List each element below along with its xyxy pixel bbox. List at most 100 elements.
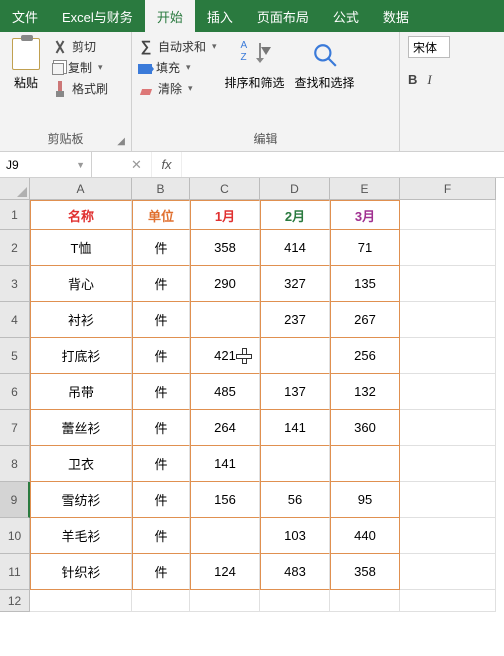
cell[interactable] bbox=[30, 590, 132, 612]
rowhead[interactable]: 9 bbox=[0, 482, 30, 518]
cell[interactable] bbox=[132, 590, 190, 612]
cell[interactable]: 256 bbox=[330, 338, 400, 374]
rowhead[interactable]: 7 bbox=[0, 410, 30, 446]
cell[interactable] bbox=[260, 590, 330, 612]
cell[interactable]: 衬衫 bbox=[30, 302, 132, 338]
rowhead[interactable]: 1 bbox=[0, 200, 30, 230]
rowhead[interactable]: 3 bbox=[0, 266, 30, 302]
cell[interactable]: T恤 bbox=[30, 230, 132, 266]
cut-button[interactable]: 剪切 bbox=[52, 38, 108, 55]
cell[interactable] bbox=[260, 446, 330, 482]
cell[interactable] bbox=[400, 338, 496, 374]
sort-filter-button[interactable]: AZ 排序和筛选 bbox=[225, 40, 285, 91]
rowhead[interactable]: 11 bbox=[0, 554, 30, 590]
font-name-select[interactable]: 宋体 bbox=[408, 36, 450, 58]
cell[interactable] bbox=[330, 590, 400, 612]
cell[interactable] bbox=[190, 518, 260, 554]
dialog-launcher-icon[interactable]: ◢ bbox=[117, 136, 125, 147]
cell[interactable]: 打底衫 bbox=[30, 338, 132, 374]
cell[interactable]: 327 bbox=[260, 266, 330, 302]
cell[interactable] bbox=[400, 518, 496, 554]
tab-formulas[interactable]: 公式 bbox=[321, 0, 371, 32]
cell[interactable]: 件 bbox=[132, 446, 190, 482]
cell[interactable]: 124 bbox=[190, 554, 260, 590]
cell[interactable]: 414 bbox=[260, 230, 330, 266]
cell[interactable]: 件 bbox=[132, 230, 190, 266]
cell[interactable]: 件 bbox=[132, 338, 190, 374]
cell[interactable]: 358 bbox=[190, 230, 260, 266]
cell[interactable]: 132 bbox=[330, 374, 400, 410]
cell[interactable] bbox=[260, 338, 330, 374]
cell[interactable]: 蕾丝衫 bbox=[30, 410, 132, 446]
cell[interactable]: 421 bbox=[190, 338, 260, 374]
name-box[interactable]: J9 ▼ bbox=[0, 152, 92, 177]
italic-button[interactable]: I bbox=[427, 72, 431, 88]
autosum-button[interactable]: ∑ 自动求和 ▾ bbox=[138, 38, 217, 55]
rowhead[interactable]: 2 bbox=[0, 230, 30, 266]
cell[interactable] bbox=[400, 374, 496, 410]
cell[interactable]: 件 bbox=[132, 518, 190, 554]
cell[interactable]: 2月 bbox=[260, 200, 330, 230]
rowhead[interactable]: 12 bbox=[0, 590, 30, 612]
cell[interactable] bbox=[400, 230, 496, 266]
tab-file[interactable]: 文件 bbox=[0, 0, 50, 32]
cell[interactable] bbox=[400, 200, 496, 230]
copy-button[interactable]: 复制 ▾ bbox=[52, 59, 108, 76]
cell[interactable]: 95 bbox=[330, 482, 400, 518]
colhead-f[interactable]: F bbox=[400, 178, 496, 200]
fx-button[interactable]: fx bbox=[152, 152, 182, 177]
cell[interactable]: 针织衫 bbox=[30, 554, 132, 590]
cancel-button[interactable]: ✕ bbox=[122, 152, 152, 177]
clear-button[interactable]: 清除 ▾ bbox=[138, 80, 217, 97]
tab-excel-finance[interactable]: Excel与财务 bbox=[50, 0, 145, 32]
cell[interactable] bbox=[400, 482, 496, 518]
cell[interactable]: 单位 bbox=[132, 200, 190, 230]
cell[interactable]: 156 bbox=[190, 482, 260, 518]
cell[interactable]: 56 bbox=[260, 482, 330, 518]
select-all-corner[interactable] bbox=[0, 178, 30, 200]
cell[interactable] bbox=[400, 302, 496, 338]
colhead-e[interactable]: E bbox=[330, 178, 400, 200]
cell[interactable]: 羊毛衫 bbox=[30, 518, 132, 554]
cell[interactable]: 件 bbox=[132, 266, 190, 302]
find-select-button[interactable]: 查找和选择 bbox=[295, 40, 355, 91]
cell[interactable]: 485 bbox=[190, 374, 260, 410]
cell[interactable]: 3月 bbox=[330, 200, 400, 230]
cell[interactable]: 卫衣 bbox=[30, 446, 132, 482]
cell[interactable]: 件 bbox=[132, 554, 190, 590]
cell[interactable] bbox=[190, 590, 260, 612]
cell[interactable]: 141 bbox=[260, 410, 330, 446]
rowhead[interactable]: 6 bbox=[0, 374, 30, 410]
colhead-a[interactable]: A bbox=[30, 178, 132, 200]
colhead-c[interactable]: C bbox=[190, 178, 260, 200]
rowhead[interactable]: 5 bbox=[0, 338, 30, 374]
cell[interactable]: 440 bbox=[330, 518, 400, 554]
cell[interactable]: 背心 bbox=[30, 266, 132, 302]
cell[interactable]: 件 bbox=[132, 302, 190, 338]
rowhead[interactable]: 8 bbox=[0, 446, 30, 482]
cell[interactable]: 358 bbox=[330, 554, 400, 590]
rowhead[interactable]: 4 bbox=[0, 302, 30, 338]
cell[interactable] bbox=[400, 266, 496, 302]
cell[interactable] bbox=[190, 302, 260, 338]
cell[interactable]: 1月 bbox=[190, 200, 260, 230]
cell[interactable]: 290 bbox=[190, 266, 260, 302]
cell[interactable]: 483 bbox=[260, 554, 330, 590]
cell[interactable]: 71 bbox=[330, 230, 400, 266]
cell[interactable]: 103 bbox=[260, 518, 330, 554]
tab-insert[interactable]: 插入 bbox=[195, 0, 245, 32]
colhead-b[interactable]: B bbox=[132, 178, 190, 200]
format-painter-button[interactable]: 格式刷 bbox=[52, 80, 108, 97]
fill-button[interactable]: 填充 ▾ bbox=[138, 59, 217, 76]
cell[interactable]: 件 bbox=[132, 482, 190, 518]
cell[interactable]: 267 bbox=[330, 302, 400, 338]
cell[interactable]: 135 bbox=[330, 266, 400, 302]
cell[interactable] bbox=[400, 446, 496, 482]
chevron-down-icon[interactable]: ▼ bbox=[76, 160, 85, 170]
cell[interactable]: 360 bbox=[330, 410, 400, 446]
tab-page-layout[interactable]: 页面布局 bbox=[245, 0, 321, 32]
tab-home[interactable]: 开始 bbox=[145, 0, 195, 32]
cell[interactable] bbox=[400, 554, 496, 590]
cell[interactable]: 名称 bbox=[30, 200, 132, 230]
cell[interactable] bbox=[400, 410, 496, 446]
